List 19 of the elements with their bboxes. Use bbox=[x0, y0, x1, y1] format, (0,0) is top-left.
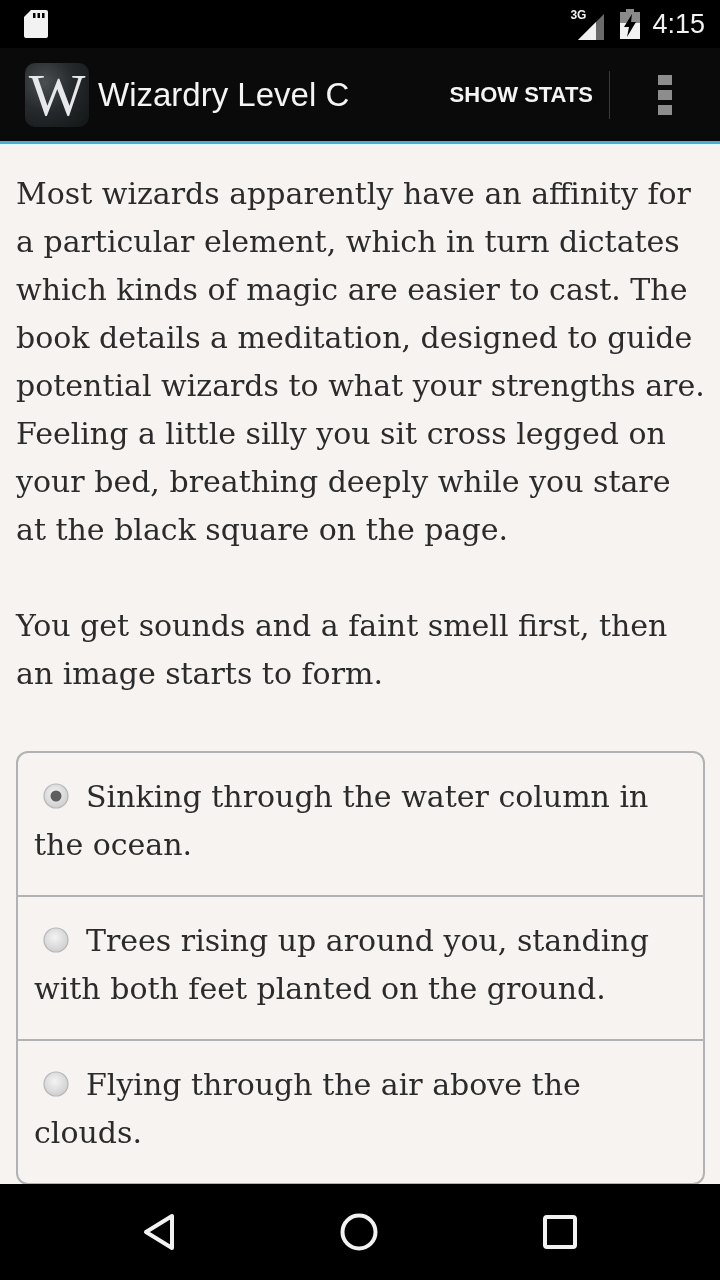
sd-card-icon bbox=[24, 10, 48, 38]
battery-charging-icon bbox=[620, 9, 641, 39]
more-icon bbox=[658, 74, 672, 115]
app-logo: W bbox=[25, 62, 89, 127]
app-title: Wizardry Level C bbox=[98, 75, 350, 114]
radio-button[interactable] bbox=[43, 1071, 69, 1097]
back-icon bbox=[142, 1213, 175, 1251]
network-type: 3G bbox=[570, 9, 587, 21]
choice-option[interactable]: Trees rising up around you, standing with both feet planted on the ground. bbox=[18, 897, 703, 1041]
story-paragraph: Most wizards apparently have an affinity for a particular element, which in turn dictates which kinds of magic are easier to cast. The book details a meditation, designed to guide potential wizards to what your strengths are. Feeling a little silly you sit cross legged on your bed, breathing deeply while you stare at the black square on the page. bbox=[16, 175, 706, 549]
show-stats-button[interactable]: SHOW STATS bbox=[433, 69, 609, 120]
status-time: 4:15 bbox=[652, 8, 705, 40]
radio-button[interactable] bbox=[43, 927, 69, 953]
story-paragraph: You get sounds and a faint smell first, then an image starts to form. bbox=[16, 607, 669, 693]
recents-icon bbox=[543, 1215, 578, 1249]
choice-option[interactable]: Sinking through the water column in the ocean. bbox=[18, 753, 703, 897]
radio-button[interactable] bbox=[43, 783, 69, 809]
home-icon bbox=[340, 1213, 378, 1251]
choice-option[interactable]: Flying through the air above the clouds. bbox=[18, 1041, 703, 1183]
